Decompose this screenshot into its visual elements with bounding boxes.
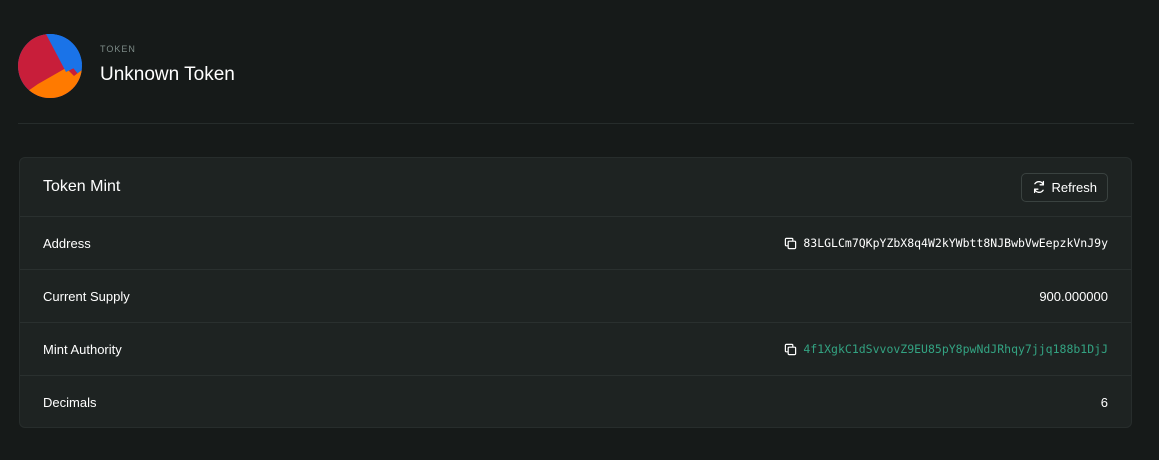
row-label: Address — [43, 235, 91, 251]
refresh-icon — [1032, 180, 1046, 194]
refresh-label: Refresh — [1051, 179, 1097, 195]
current-supply-value: 900.000000 — [1039, 288, 1108, 304]
page-eyebrow: TOKEN — [100, 44, 136, 54]
refresh-button[interactable]: Refresh — [1021, 172, 1108, 202]
page-title: Unknown Token — [100, 64, 235, 85]
row-current-supply: Current Supply 900.000000 — [20, 270, 1131, 323]
row-label: Decimals — [43, 395, 97, 410]
card-title: Token Mint — [43, 178, 121, 195]
copy-icon[interactable] — [784, 237, 797, 250]
mint-authority-link[interactable]: 4f1XgkC1dSvvovZ9EU85pY8pwNdJRhqy7jjq188b… — [803, 342, 1108, 356]
address-value: 83LGLCm7QKpYZbX8q4W2kYWbtt8NJBwbVwEepzkV… — [803, 236, 1108, 250]
row-label: Mint Authority — [43, 341, 122, 357]
decimals-value: 6 — [1100, 395, 1108, 410]
copy-icon[interactable] — [784, 343, 797, 356]
card-header: Token Mint Refresh — [20, 158, 1131, 217]
page: TOKEN Unknown Token Token Mint Refresh A… — [0, 0, 1159, 460]
row-mint-authority: Mint Authority 4f1XgkC1dSvvovZ9EU85pY8pw… — [20, 323, 1131, 376]
token-mint-card: Token Mint Refresh Address 83LGLCm7QKpYZ… — [19, 157, 1132, 428]
row-address: Address 83LGLCm7QKpYZbX8q4W2kYWbtt8NJBwb… — [20, 217, 1131, 270]
token-header: TOKEN Unknown Token — [18, 34, 235, 98]
row-value: 83LGLCm7QKpYZbX8q4W2kYWbtt8NJBwbVwEepzkV… — [784, 236, 1108, 250]
token-avatar-icon — [18, 34, 82, 98]
row-decimals: Decimals 6 — [20, 376, 1131, 427]
row-label: Current Supply — [43, 288, 130, 304]
header-divider — [18, 123, 1134, 124]
row-value: 4f1XgkC1dSvvovZ9EU85pY8pwNdJRhqy7jjq188b… — [784, 342, 1108, 356]
